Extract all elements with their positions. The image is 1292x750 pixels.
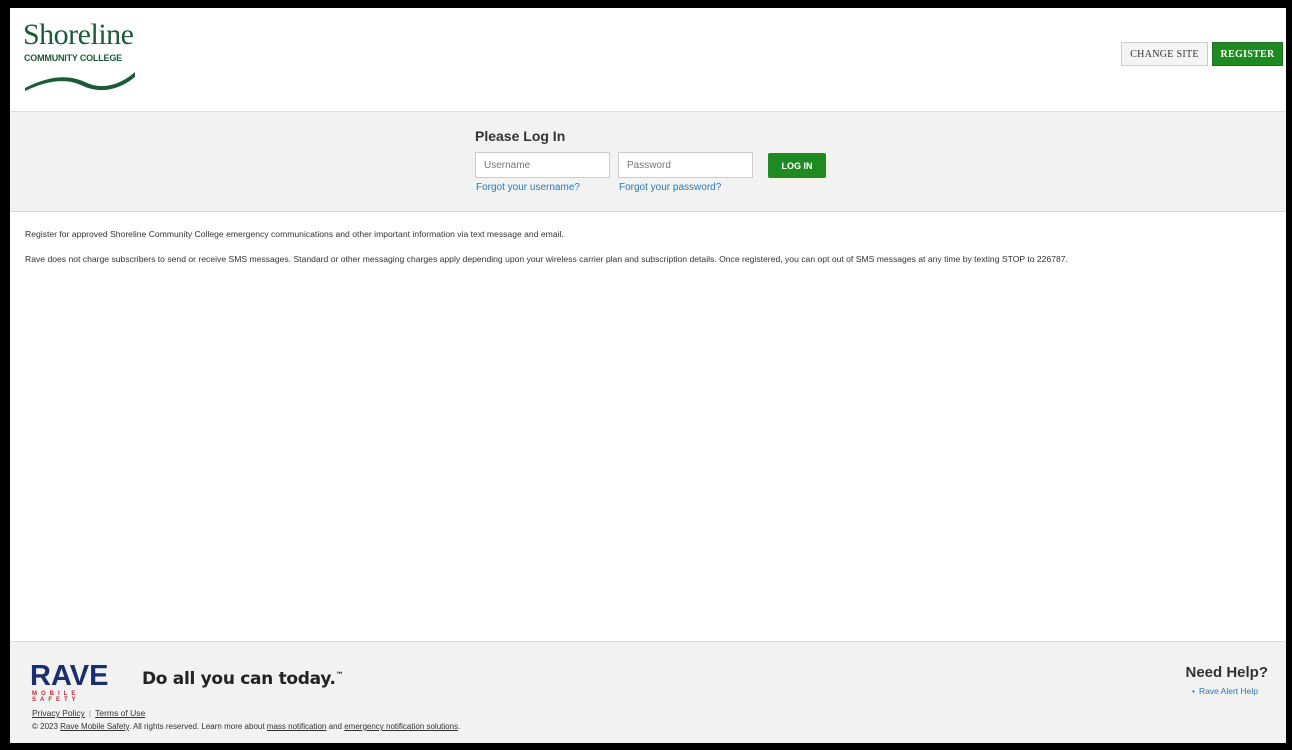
tagline-text: Do all you can today. bbox=[142, 669, 336, 689]
register-info-text: Register for approved Shoreline Communit… bbox=[25, 229, 564, 239]
tagline: Do all you can today.™ bbox=[142, 669, 344, 689]
trademark-mark: ™ bbox=[335, 670, 344, 680]
password-input[interactable] bbox=[618, 152, 753, 178]
footer-links: Privacy Policy | Terms of Use bbox=[32, 708, 145, 718]
login-title: Please Log In bbox=[475, 128, 566, 144]
rave-mobile-safety-link[interactable]: Rave Mobile Safety bbox=[60, 722, 129, 731]
emergency-notification-link[interactable]: emergency notification solutions bbox=[344, 722, 458, 731]
mass-notification-link[interactable]: mass notification bbox=[267, 722, 327, 731]
shoreline-logo[interactable]: Shoreline COMMUNITY COLLEGE bbox=[23, 20, 153, 92]
rave-logo-subtitle: MOBILE SAFETY bbox=[32, 691, 80, 703]
register-button[interactable]: REGISTER bbox=[1212, 42, 1283, 66]
copyright-and: and bbox=[328, 722, 342, 731]
privacy-policy-link[interactable]: Privacy Policy bbox=[32, 708, 85, 718]
login-button[interactable]: LOG IN bbox=[768, 153, 826, 178]
username-input[interactable] bbox=[475, 152, 610, 178]
help-link-label: Rave Alert Help bbox=[1198, 686, 1258, 696]
login-section: Please Log In LOG IN Forgot your usernam… bbox=[10, 112, 1286, 212]
rave-logo[interactable]: RAVE MOBILE SAFETY bbox=[30, 660, 126, 704]
copyright-text: © 2023 Rave Mobile Safety. All rights re… bbox=[32, 722, 460, 731]
forgot-password-link[interactable]: Forgot your password? bbox=[619, 182, 721, 193]
site-header: Shoreline COMMUNITY COLLEGE CHANGE SITE … bbox=[10, 8, 1286, 112]
bullet-icon: • bbox=[1191, 686, 1195, 696]
page: Shoreline COMMUNITY COLLEGE CHANGE SITE … bbox=[10, 8, 1286, 743]
rave-logo-word: RAVE bbox=[30, 660, 109, 692]
rave-alert-help-link[interactable]: • Rave Alert Help bbox=[1192, 686, 1258, 696]
logo-swoosh-icon bbox=[25, 72, 135, 91]
need-help-heading: Need Help? bbox=[1185, 664, 1268, 681]
logo-subtitle: COMMUNITY COLLEGE bbox=[24, 53, 122, 63]
terms-of-use-link[interactable]: Terms of Use bbox=[95, 708, 145, 718]
logo-name: Shoreline bbox=[23, 18, 134, 51]
sms-info-text: Rave does not charge subscribers to send… bbox=[25, 254, 1068, 264]
copyright-middle: . All rights reserved. Learn more about bbox=[128, 722, 265, 731]
forgot-username-link[interactable]: Forgot your username? bbox=[476, 182, 580, 193]
copyright-end: . bbox=[458, 722, 461, 731]
link-separator: | bbox=[88, 708, 92, 718]
site-footer: RAVE MOBILE SAFETY Do all you can today.… bbox=[10, 641, 1286, 743]
copyright-prefix: © 2023 bbox=[32, 722, 58, 731]
info-content: Register for approved Shoreline Communit… bbox=[25, 229, 1275, 279]
change-site-button[interactable]: CHANGE SITE bbox=[1121, 42, 1208, 66]
